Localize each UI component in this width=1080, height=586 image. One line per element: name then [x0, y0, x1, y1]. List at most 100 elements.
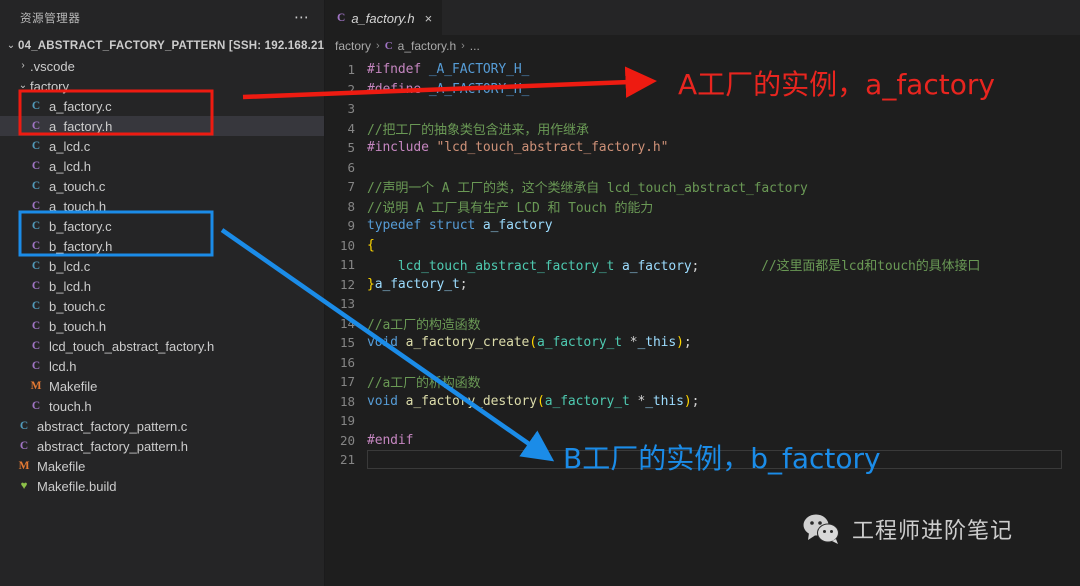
code-line[interactable]: 18 void a_factory_destory(a_factory_t *_t… — [325, 392, 1080, 412]
tree-item-label: 04_ABSTRACT_FACTORY_PATTERN [SSH: 192.16… — [18, 40, 325, 52]
chevron-right-icon[interactable]: › — [16, 61, 30, 71]
line-number: 4 — [347, 120, 355, 136]
chevron-down-icon[interactable]: ⌄ — [16, 81, 30, 91]
code-line[interactable]: 7 //声明一个 A 工厂的类，这个类继承自 lcd_touch_abstract… — [325, 177, 1080, 197]
code-token: _this — [637, 335, 677, 351]
breadcrumb-folder[interactable]: factory — [335, 39, 371, 53]
tree-item-label: abstract_factory_pattern.h — [37, 438, 189, 454]
vscode-window: 资源管理器 ⋯ ⌄ 04_ABSTRACT_FACTORY_PATTERN [SS… — [0, 0, 1080, 586]
tree-item-makefile-build[interactable]: ♥ Makefile.build — [0, 476, 324, 496]
code-text: #endif — [367, 433, 413, 448]
c-header-file-icon: C — [31, 320, 41, 332]
code-token: struct — [428, 218, 483, 234]
line-number: 15 — [339, 335, 355, 351]
close-icon[interactable]: × — [425, 11, 433, 26]
tree-item-label: b_factory.c — [49, 218, 112, 234]
tree-item-b-lcd-h[interactable]: Cb_lcd.h — [0, 276, 324, 296]
tree-item-a-lcd-h[interactable]: Ca_lcd.h — [0, 156, 324, 176]
code-line[interactable]: 12}a_factory_t; — [325, 275, 1080, 295]
code-line[interactable]: 8 //说明 A 工厂具有生产 LCD 和 Touch 的能力 — [325, 197, 1080, 217]
code-line[interactable]: 6 — [325, 158, 1080, 178]
c-source-file-icon: C — [31, 220, 41, 232]
code-text: }a_factory_t; — [367, 276, 468, 292]
code-token: ; — [459, 276, 468, 292]
code-editor[interactable]: 1 #ifndef _A_FACTORY_H_ 2 #define _A_FACTOR… — [325, 57, 1080, 470]
build-file-icon: ♥ — [20, 480, 28, 492]
tree-item-b-touch-c[interactable]: Cb_touch.c — [0, 296, 324, 316]
tree-item-a-touch-h[interactable]: Ca_touch.h — [0, 196, 324, 216]
line-number: 1 — [347, 62, 355, 78]
tree-item-label: lcd_touch_abstract_factory.h — [49, 338, 215, 354]
code-line[interactable]: 15 void a_factory_create(a_factory_t *_th… — [325, 333, 1080, 353]
explorer-title: 资源管理器 — [20, 13, 81, 25]
line-number: 17 — [339, 374, 355, 390]
code-token: lcd_touch_abstract_factory_t — [397, 259, 622, 275]
breadcrumb[interactable]: factory › C a_factory.h › ... — [325, 35, 1080, 57]
code-token: //这里面都是lcd和touch的具体接口 — [761, 259, 981, 275]
tree-item-touch-h[interactable]: Ctouch.h — [0, 396, 324, 416]
chevron-right-icon: › — [461, 40, 465, 52]
tab-a-factory-h[interactable]: C a_factory.h × — [325, 0, 443, 35]
c-header-file-icon: C — [31, 240, 41, 252]
breadcrumb-file[interactable]: a_factory.h — [398, 39, 456, 53]
tree-item-b-touch-h[interactable]: Cb_touch.h — [0, 316, 324, 336]
code-line[interactable]: 9 typedef struct a_factory — [325, 216, 1080, 236]
tree-item-label: Makefile.build — [37, 478, 117, 494]
tree-item-label: a_lcd.c — [49, 138, 91, 154]
ellipsis-icon[interactable]: ⋯ — [290, 10, 314, 25]
line-number: 9 — [347, 218, 355, 234]
code-line[interactable]: 10 { — [325, 236, 1080, 256]
code-line[interactable]: 19 — [325, 411, 1080, 431]
explorer-sidebar: 资源管理器 ⋯ ⌄ 04_ABSTRACT_FACTORY_PATTERN [SS… — [0, 0, 325, 586]
c-header-file-icon: C — [31, 360, 41, 372]
tree-item-a-touch-c[interactable]: Ca_touch.c — [0, 176, 324, 196]
tree-item-b-factory-c[interactable]: Cb_factory.c — [0, 216, 324, 236]
line-number: 18 — [339, 393, 355, 409]
tree-item-makefile[interactable]: M Makefile — [0, 376, 324, 396]
code-token: a_factory — [482, 218, 553, 234]
file-tree[interactable]: ⌄ 04_ABSTRACT_FACTORY_PATTERN [SSH: 192.1… — [0, 36, 324, 496]
code-token: _A_FACTORY_H_ — [428, 81, 530, 97]
tree-item-abstract-factory-pattern-c[interactable]: Cabstract_factory_pattern.c — [0, 416, 324, 436]
tree-item-a-factory-c[interactable]: Ca_factory.c — [0, 96, 324, 116]
code-line[interactable]: 4 //把工厂的抽象类包含进来，用作继承 — [325, 119, 1080, 139]
code-text: #ifndef _A_FACTORY_H_ — [367, 62, 529, 77]
c-source-file-icon: C — [19, 420, 29, 432]
tree-item-a-lcd-c[interactable]: Ca_lcd.c — [0, 136, 324, 156]
line-number: 7 — [347, 179, 355, 195]
tree-item-a-factory-h[interactable]: Ca_factory.h — [0, 116, 324, 136]
tree-item-abstract-factory-pattern-h[interactable]: Cabstract_factory_pattern.h — [0, 436, 324, 456]
code-line[interactable]: 11 lcd_touch_abstract_factory_t a_factor… — [325, 255, 1080, 275]
code-line[interactable]: 17 //a工厂的析构函数 — [325, 372, 1080, 392]
tree-item-b-factory-h[interactable]: Cb_factory.h — [0, 236, 324, 256]
code-line[interactable]: 13 — [325, 294, 1080, 314]
code-token: a_factory_create — [405, 335, 530, 351]
tree-item-lcd-touch-abstract-factory-h[interactable]: Clcd_touch_abstract_factory.h — [0, 336, 324, 356]
code-token: a_factory_t — [544, 393, 638, 409]
code-token: { — [367, 237, 375, 253]
code-token: #define — [367, 81, 429, 97]
tree-item-label: .vscode — [30, 58, 75, 74]
tree-item-vscode[interactable]: › .vscode — [0, 56, 324, 76]
tree-item-label: a_factory.h — [49, 118, 113, 134]
tree-item-makefile[interactable]: M Makefile — [0, 456, 324, 476]
tree-item-lcd-h[interactable]: Clcd.h — [0, 356, 324, 376]
code-line[interactable]: 5 #include "lcd_touch_abstract_factory.h" — [325, 138, 1080, 158]
code-line[interactable]: 16 — [325, 353, 1080, 373]
c-source-file-icon: C — [31, 300, 41, 312]
tree-item-04-abstract-factory-pattern-ssh-192-168-21-15[interactable]: ⌄ 04_ABSTRACT_FACTORY_PATTERN [SSH: 192.1… — [0, 36, 324, 56]
tree-item-factory[interactable]: ⌄ factory — [0, 76, 324, 96]
c-header-file-icon: C — [31, 160, 41, 172]
code-line[interactable]: 14 //a工厂的构造函数 — [325, 314, 1080, 334]
c-source-file-icon: C — [31, 260, 41, 272]
breadcrumb-symbol[interactable]: ... — [470, 39, 480, 53]
tree-item-b-lcd-c[interactable]: Cb_lcd.c — [0, 256, 324, 276]
code-text: //a工厂的构造函数 — [367, 314, 481, 333]
code-token: ) — [676, 335, 684, 351]
annotation-label-a: A工厂的实例，a_factory — [678, 68, 995, 101]
tab-label: a_factory.h — [351, 10, 415, 26]
code-token: a_factory_t — [537, 335, 630, 351]
chevron-down-icon[interactable]: ⌄ — [4, 41, 18, 51]
line-number: 3 — [347, 101, 355, 117]
watermark: 工程师进阶笔记 — [803, 513, 1013, 545]
